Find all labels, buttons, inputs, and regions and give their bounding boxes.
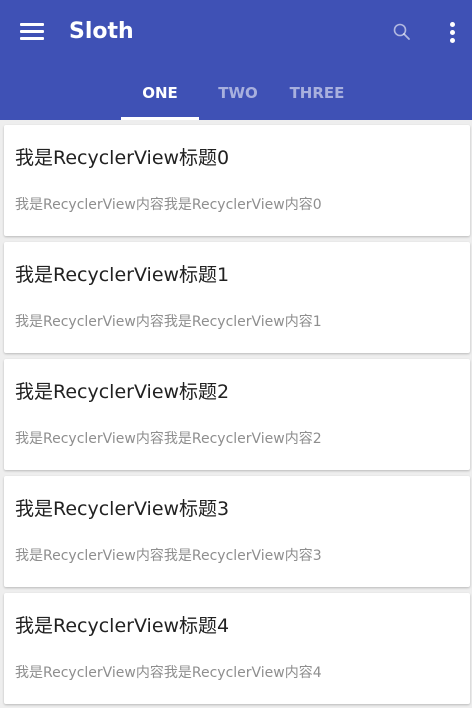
tab-two-label: TWO xyxy=(218,84,258,102)
list-item-content: 我是RecyclerView内容我是RecyclerView内容3 xyxy=(15,548,322,564)
tab-bar: ONE TWO THREE xyxy=(0,64,472,120)
list-item-title: 我是RecyclerView标题2 xyxy=(15,381,230,403)
list-item-content: 我是RecyclerView内容我是RecyclerView内容0 xyxy=(15,197,322,213)
list-item-content: 我是RecyclerView内容我是RecyclerView内容2 xyxy=(15,431,322,447)
tab-one[interactable]: ONE xyxy=(121,64,199,120)
hamburger-menu-icon[interactable] xyxy=(20,23,44,41)
list-item-content: 我是RecyclerView内容我是RecyclerView内容4 xyxy=(15,665,322,681)
search-icon[interactable] xyxy=(392,22,412,42)
list-item-content: 我是RecyclerView内容我是RecyclerView内容1 xyxy=(15,314,322,330)
toolbar: Sloth xyxy=(0,0,472,64)
list-item-title: 我是RecyclerView标题4 xyxy=(15,615,230,637)
app-bar: Sloth ONE TWO THREE xyxy=(0,0,472,120)
app-title: Sloth xyxy=(69,19,134,44)
list-item-title: 我是RecyclerView标题3 xyxy=(15,498,230,520)
list-item-2[interactable]: 我是RecyclerView标题2 我是RecyclerView内容我是Recy… xyxy=(4,359,470,470)
list-item-0[interactable]: 我是RecyclerView标题0 我是RecyclerView内容我是Recy… xyxy=(4,125,470,236)
list-item-4[interactable]: 我是RecyclerView标题4 我是RecyclerView内容我是Recy… xyxy=(4,593,470,704)
tab-two[interactable]: TWO xyxy=(208,64,268,120)
tab-three[interactable]: THREE xyxy=(282,64,352,120)
list-item-3[interactable]: 我是RecyclerView标题3 我是RecyclerView内容我是Recy… xyxy=(4,476,470,587)
tab-one-label: ONE xyxy=(142,84,178,102)
list-item-1[interactable]: 我是RecyclerView标题1 我是RecyclerView内容我是Recy… xyxy=(4,242,470,353)
list-item-title: 我是RecyclerView标题1 xyxy=(15,264,230,286)
more-vert-icon[interactable] xyxy=(444,22,460,44)
list-item-title: 我是RecyclerView标题0 xyxy=(15,147,230,169)
tab-three-label: THREE xyxy=(289,84,345,102)
recycler-list[interactable]: 我是RecyclerView标题0 我是RecyclerView内容我是Recy… xyxy=(0,120,472,708)
